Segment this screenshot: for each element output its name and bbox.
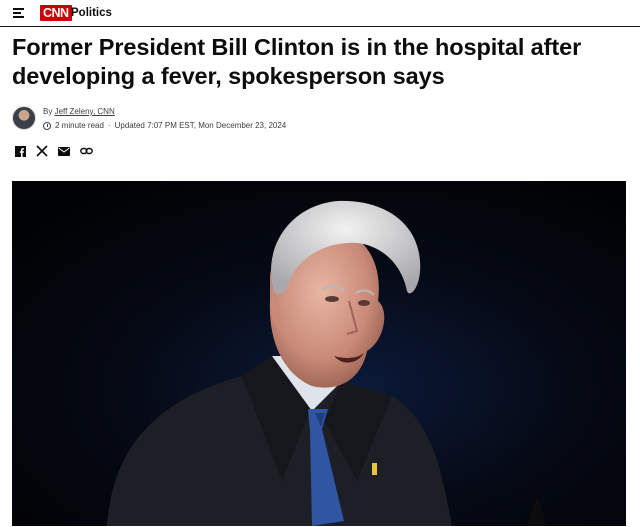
- link-icon[interactable]: [79, 144, 93, 158]
- read-time: 2 minute read: [55, 121, 104, 130]
- meta-separator: ·: [107, 121, 111, 130]
- facebook-icon[interactable]: [13, 144, 27, 158]
- speaker-photo-illustration: [12, 181, 626, 526]
- clock-icon: [43, 121, 51, 130]
- section-label[interactable]: Politics: [71, 7, 112, 19]
- hamburger-menu-icon[interactable]: [13, 8, 24, 18]
- article-meta: 2 minute read · Updated 7:07 PM EST, Mon…: [43, 121, 286, 130]
- byline: By Jeff Zeleny, CNN: [43, 107, 115, 116]
- cnn-logo[interactable]: CNN: [40, 5, 72, 21]
- article-headline: Former President Bill Clinton is in the …: [12, 34, 582, 89]
- byline-prefix: By: [43, 107, 55, 116]
- updated-timestamp: Updated 7:07 PM EST, Mon December 23, 20…: [114, 121, 287, 130]
- author-avatar[interactable]: [12, 106, 36, 130]
- email-icon[interactable]: [57, 144, 71, 158]
- author-link[interactable]: Jeff Zeleny, CNN: [55, 107, 115, 116]
- x-icon[interactable]: [35, 144, 49, 158]
- share-bar: [13, 144, 93, 158]
- top-navigation-bar: CNN Politics: [0, 0, 640, 27]
- article-hero-photo[interactable]: [12, 181, 626, 526]
